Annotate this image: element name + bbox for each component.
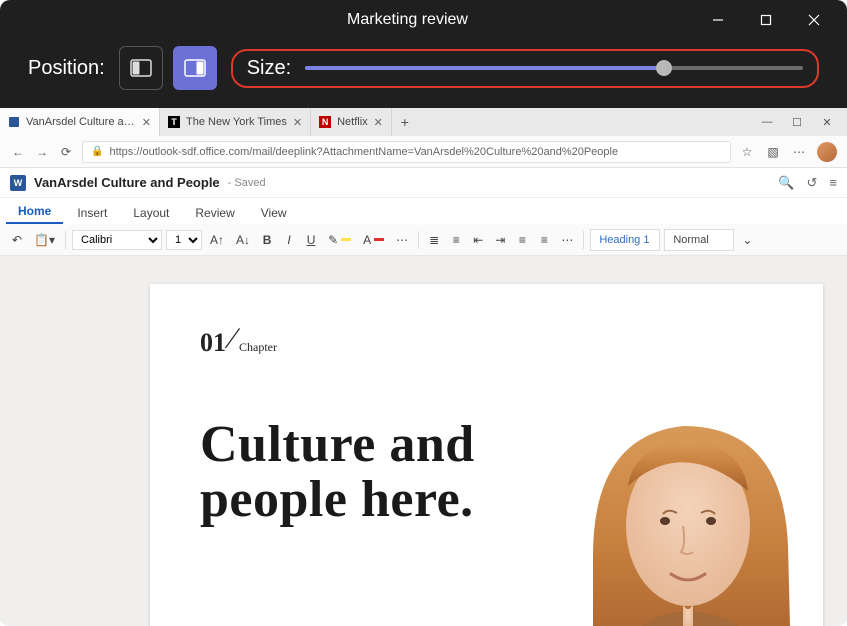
highlight-icon[interactable]: ✎ <box>324 229 355 251</box>
document-header: W VanArsdel Culture and People - Saved 🔍… <box>0 168 847 198</box>
document-canvas: 01 ∕ Chapter Culture and people here. <box>0 256 847 626</box>
browser-minimize-button[interactable]: — <box>753 112 781 132</box>
underline-button[interactable]: U <box>302 229 320 251</box>
more-para-icon[interactable]: ⋯ <box>557 229 577 251</box>
align-center-icon[interactable]: ≡ <box>535 229 553 251</box>
refresh-icon[interactable]: ⟳ <box>58 144 74 160</box>
browser-close-button[interactable]: ✕ <box>813 112 841 132</box>
position-left-button[interactable] <box>119 46 163 90</box>
size-label: Size: <box>247 57 291 80</box>
extensions-icon[interactable]: ▧ <box>765 144 781 160</box>
history-icon[interactable]: ↺ <box>807 175 818 191</box>
url-input[interactable]: 🔒 https://outlook-sdf.office.com/mail/de… <box>82 141 731 163</box>
browser-window: VanArsdel Culture and peo... ✕ T The New… <box>0 108 847 626</box>
minimize-button[interactable] <box>695 4 741 36</box>
indent-decrease-icon[interactable]: ⇤ <box>469 229 487 251</box>
document-page[interactable]: 01 ∕ Chapter Culture and people here. <box>150 284 823 626</box>
word-favicon-icon <box>8 116 20 128</box>
word-app-icon: W <box>10 175 26 191</box>
new-tab-button[interactable]: + <box>392 114 418 130</box>
bold-button[interactable]: B <box>258 229 276 251</box>
browser-maximize-button[interactable]: ☐ <box>783 112 811 132</box>
browser-tab[interactable]: N Netflix ✕ <box>311 108 392 136</box>
chapter-marker: 01 ∕ Chapter <box>200 324 773 358</box>
chapter-number: 01 <box>200 328 226 358</box>
netflix-favicon-icon: N <box>319 116 331 128</box>
doc-menu-icon[interactable]: ≡ <box>829 175 837 191</box>
hero-portrait-image <box>533 376 823 626</box>
more-font-icon[interactable]: ⋯ <box>392 229 412 251</box>
overlay-title: Marketing review <box>0 11 695 29</box>
shrink-font-icon[interactable]: A↓ <box>232 229 254 251</box>
lock-icon: 🔒 <box>91 146 103 157</box>
chapter-label: Chapter <box>239 340 277 358</box>
ribbon-tab-insert[interactable]: Insert <box>65 202 119 224</box>
tab-title: The New York Times <box>186 116 287 128</box>
ribbon-tab-layout[interactable]: Layout <box>121 202 181 224</box>
ribbon-tabs: Home Insert Layout Review View <box>0 198 847 224</box>
size-slider[interactable] <box>305 58 803 78</box>
font-family-select[interactable]: Calibri <box>72 230 162 250</box>
tab-close-icon[interactable]: ✕ <box>293 116 302 129</box>
overlay-header: Marketing review Position: Size: <box>0 0 847 108</box>
document-save-status: - Saved <box>228 177 266 189</box>
indent-increase-icon[interactable]: ⇥ <box>491 229 509 251</box>
nyt-favicon-icon: T <box>168 116 180 128</box>
position-label: Position: <box>28 57 105 80</box>
back-icon[interactable]: ← <box>10 144 26 160</box>
tab-title: VanArsdel Culture and peo... <box>26 116 136 128</box>
close-button[interactable] <box>791 4 837 36</box>
size-control-group: Size: <box>231 49 819 88</box>
style-normal[interactable]: Normal <box>664 229 734 251</box>
font-size-select[interactable]: 11 <box>166 230 202 250</box>
styles-dropdown-icon[interactable]: ⌄ <box>738 229 756 251</box>
browser-tab[interactable]: T The New York Times ✕ <box>160 108 311 136</box>
bullets-icon[interactable]: ≣ <box>425 229 443 251</box>
position-right-button[interactable] <box>173 46 217 90</box>
window-controls <box>695 4 847 36</box>
search-icon[interactable]: 🔍 <box>778 175 794 191</box>
style-heading1[interactable]: Heading 1 <box>590 229 660 251</box>
font-color-icon[interactable]: A <box>359 229 388 251</box>
favorite-icon[interactable]: ☆ <box>739 144 755 160</box>
browser-tab-strip: VanArsdel Culture and peo... ✕ T The New… <box>0 108 847 136</box>
italic-button[interactable]: I <box>280 229 298 251</box>
url-text: https://outlook-sdf.office.com/mail/deep… <box>109 146 722 158</box>
profile-avatar[interactable] <box>817 142 837 162</box>
ribbon-tab-view[interactable]: View <box>249 202 299 224</box>
grow-font-icon[interactable]: A↑ <box>206 229 228 251</box>
tab-close-icon[interactable]: ✕ <box>142 116 151 129</box>
browser-tab[interactable]: VanArsdel Culture and peo... ✕ <box>0 108 160 136</box>
undo-icon[interactable]: ↶ <box>8 229 26 251</box>
menu-icon[interactable]: ⋯ <box>791 144 807 160</box>
align-left-icon[interactable]: ≡ <box>513 229 531 251</box>
address-bar: ← → ⟳ 🔒 https://outlook-sdf.office.com/m… <box>0 136 847 168</box>
ribbon-tab-home[interactable]: Home <box>6 200 63 224</box>
document-title: VanArsdel Culture and People <box>34 175 220 190</box>
ribbon-toolbar: ↶ 📋▾ Calibri 11 A↑ A↓ B I U ✎ A ⋯ ≣ ≡ ⇤ … <box>0 224 847 256</box>
ribbon-tab-review[interactable]: Review <box>183 202 246 224</box>
numbering-icon[interactable]: ≡ <box>447 229 465 251</box>
chapter-slash-icon: ∕ <box>230 322 235 356</box>
tab-close-icon[interactable]: ✕ <box>374 116 383 129</box>
tab-title: Netflix <box>337 116 368 128</box>
paste-icon[interactable]: 📋▾ <box>30 229 59 251</box>
forward-icon[interactable]: → <box>34 144 50 160</box>
maximize-button[interactable] <box>743 4 789 36</box>
